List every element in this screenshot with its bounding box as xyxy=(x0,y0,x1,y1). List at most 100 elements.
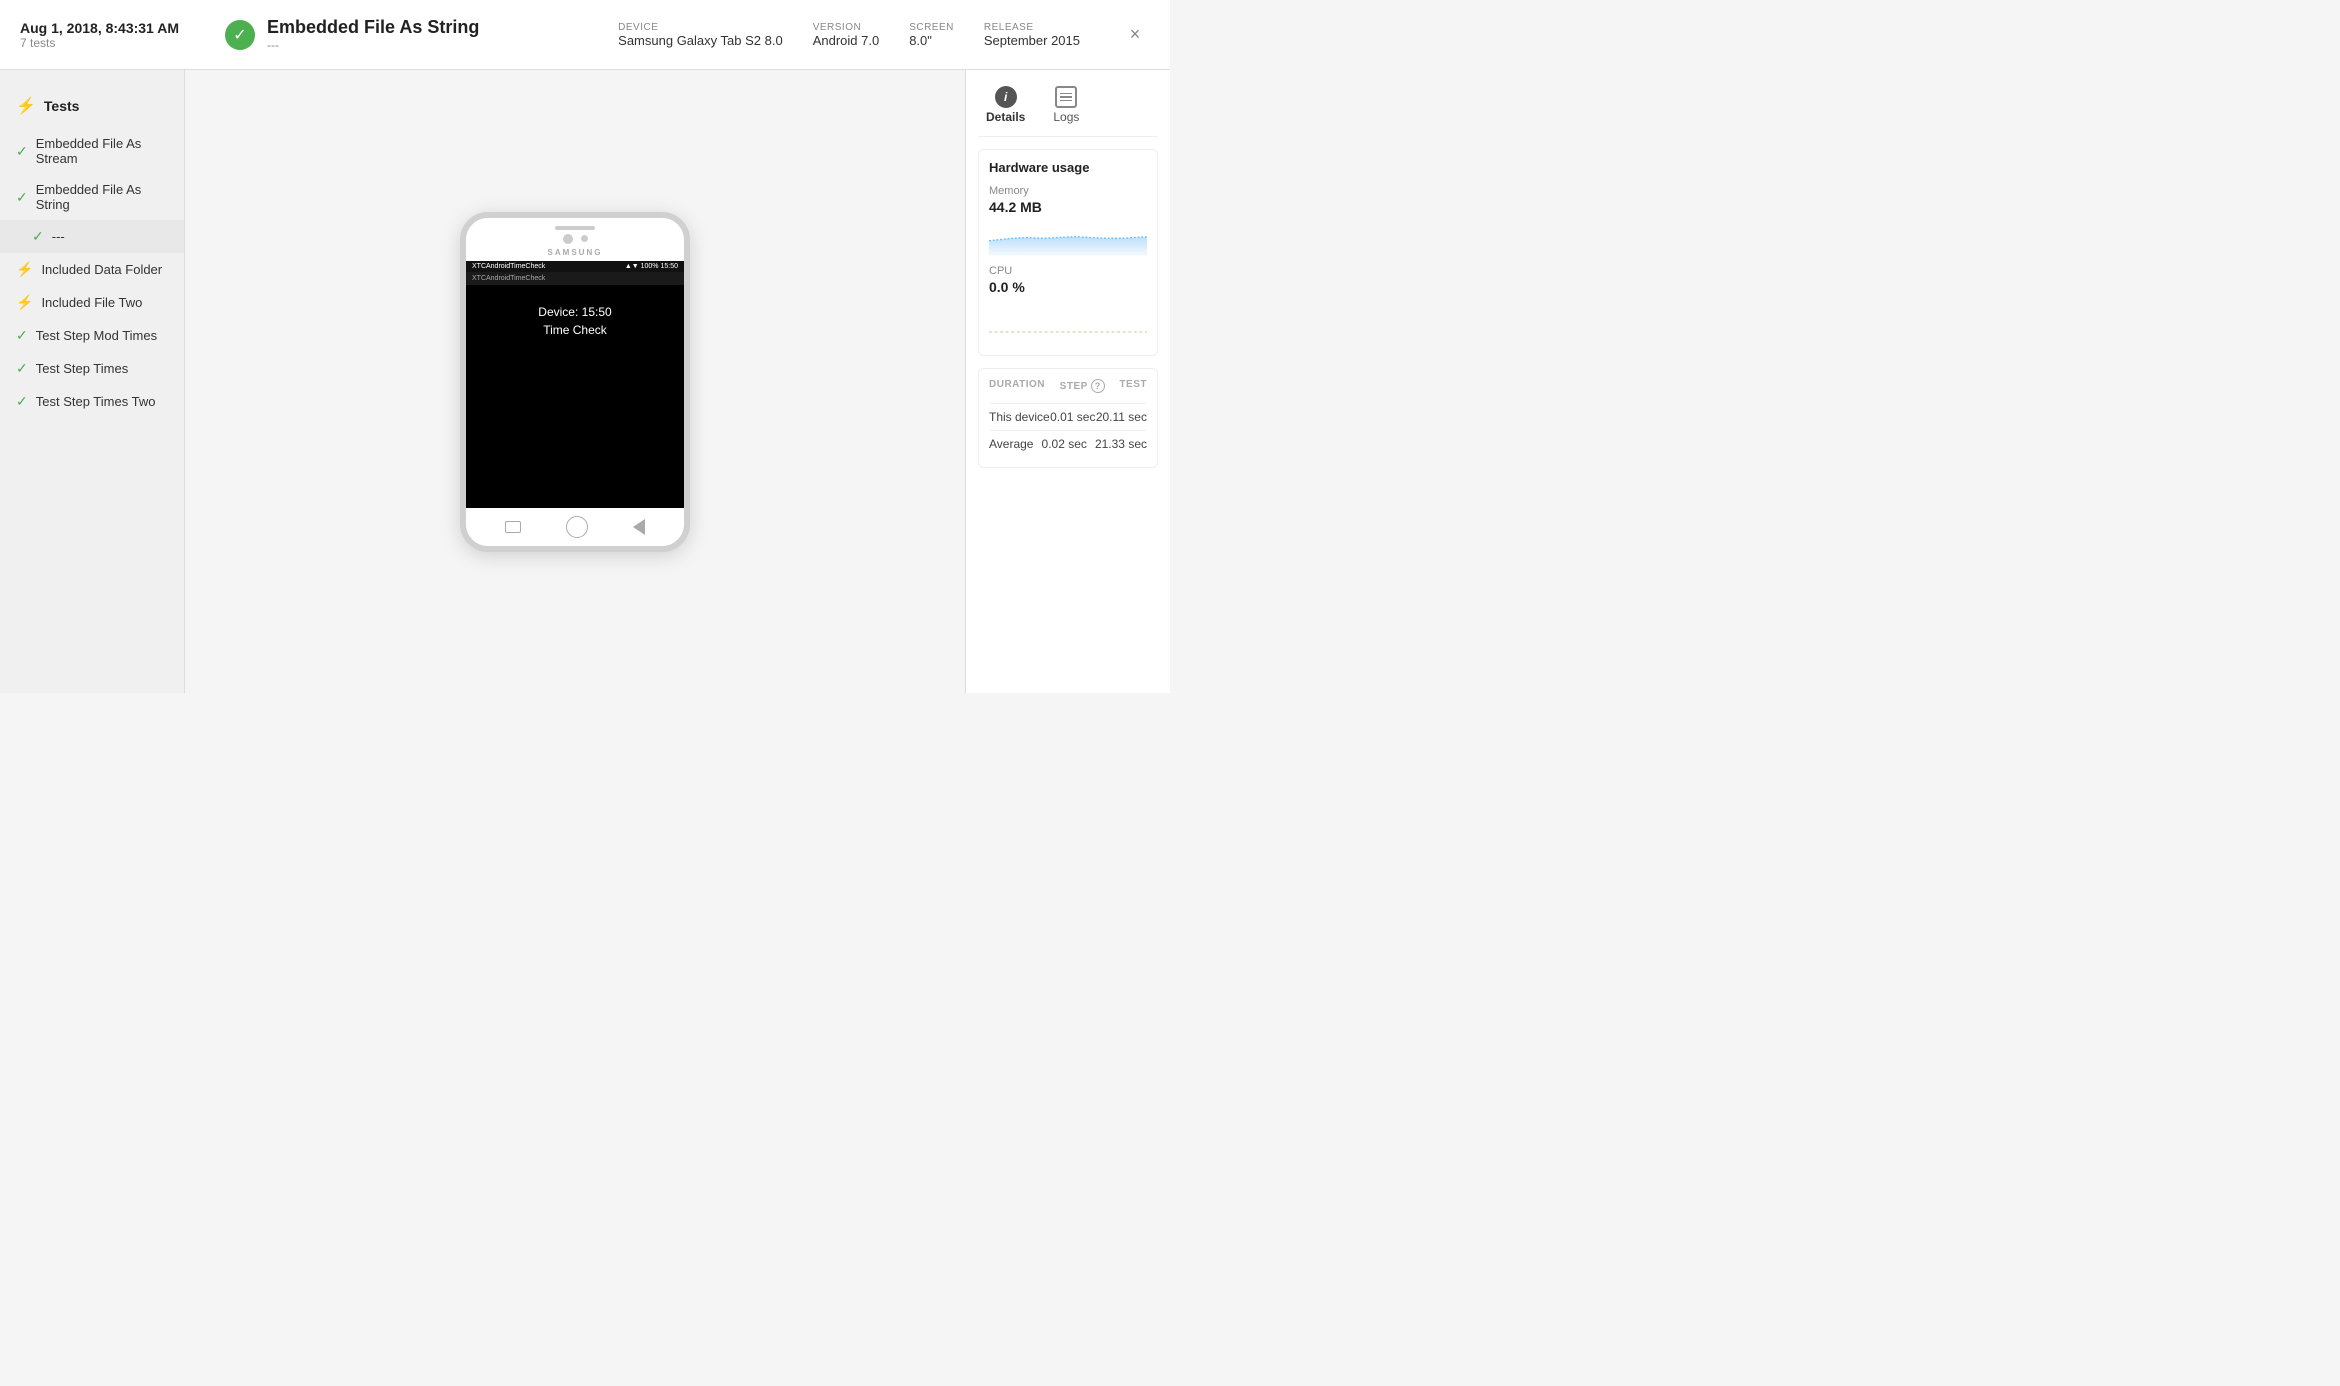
duration-label: DURATION xyxy=(989,379,1045,393)
sidebar-title-text: Tests xyxy=(44,98,80,114)
nav-back-button[interactable] xyxy=(633,519,645,535)
memory-value: 44.2 MB xyxy=(989,199,1147,215)
tab-details-label: Details xyxy=(986,110,1025,124)
memory-chart xyxy=(989,219,1147,257)
check-icon: ✓ xyxy=(16,327,28,344)
close-button[interactable]: × xyxy=(1120,20,1150,50)
screen-label: SCREEN xyxy=(909,22,954,33)
step-label: Step xyxy=(1060,381,1088,392)
log-line-2 xyxy=(1060,96,1072,98)
memory-label: Memory xyxy=(989,185,1147,197)
app-bar-text: XTCAndroidTimeCheck xyxy=(472,275,545,282)
sidebar-item-included-file-two[interactable]: ⚡ Included File Two xyxy=(0,286,184,319)
header: Aug 1, 2018, 8:43:31 AM 7 tests ✓ Embedd… xyxy=(0,0,1170,70)
sidebar-item-embedded-file-as-stream[interactable]: ✓ Embedded File As Stream xyxy=(0,128,184,174)
sidebar: ⚡ Tests ✓ Embedded File As Stream ✓ Embe… xyxy=(0,70,185,693)
duration-this-device-row: This device 0.01 sec 20.11 sec xyxy=(989,403,1147,430)
help-icon[interactable]: ? xyxy=(1091,379,1105,393)
device-value: Samsung Galaxy Tab S2 8.0 xyxy=(618,33,783,48)
tab-logs[interactable]: Logs xyxy=(1045,82,1087,128)
sidebar-label: Test Step Times Two xyxy=(36,394,156,409)
sidebar-title: ⚡ Tests xyxy=(0,90,184,128)
lightning-fail-icon: ⚡ xyxy=(16,294,33,311)
device-app-bar: XTCAndroidTimeCheck xyxy=(466,272,684,285)
device-top: SAMSUNG xyxy=(466,218,684,261)
hw-title: Hardware usage xyxy=(989,160,1147,175)
cpu-label: CPU xyxy=(989,265,1147,277)
meta-release: RELEASE September 2015 xyxy=(984,22,1080,48)
hardware-usage-section: Hardware usage Memory 44.2 MB xyxy=(978,149,1158,356)
this-device-label: This device xyxy=(989,410,1050,424)
device-status-bar: XTCAndroidTimeCheck ▲▼ 100% 15:50 xyxy=(466,261,684,272)
log-line-3 xyxy=(1060,100,1072,102)
device-content: Device: 15:50 Time Check xyxy=(466,285,684,508)
panel-tabs: i Details Logs xyxy=(978,82,1158,137)
memory-metric: Memory 44.2 MB xyxy=(989,185,1147,257)
sidebar-item-embedded-file-as-string[interactable]: ✓ Embedded File As String xyxy=(0,174,184,220)
device-label: DEVICE xyxy=(618,22,783,33)
device-bottom-bar xyxy=(466,508,684,546)
sidebar-item-test-step-times[interactable]: ✓ Test Step Times xyxy=(0,352,184,385)
duration-average-row: Average 0.02 sec 21.33 sec xyxy=(989,430,1147,457)
this-device-step: 0.01 sec xyxy=(1050,410,1095,424)
tab-logs-label: Logs xyxy=(1053,110,1079,124)
sidebar-label: Included Data Folder xyxy=(41,262,162,277)
logs-icon xyxy=(1055,86,1077,108)
tab-details[interactable]: i Details xyxy=(978,82,1033,128)
meta-version: VERSION Android 7.0 xyxy=(813,22,880,48)
header-left: Aug 1, 2018, 8:43:31 AM 7 tests xyxy=(20,20,205,50)
main-layout: ⚡ Tests ✓ Embedded File As Stream ✓ Embe… xyxy=(0,70,1170,693)
device-content-line1: Device: 15:50 xyxy=(538,305,611,319)
device-speaker xyxy=(555,226,595,230)
header-date: Aug 1, 2018, 8:43:31 AM xyxy=(20,20,205,36)
test-label: Test xyxy=(1119,379,1147,393)
lightning-icon: ⚡ xyxy=(16,96,36,116)
header-meta: DEVICE Samsung Galaxy Tab S2 8.0 VERSION… xyxy=(618,22,1120,48)
screen-value: 8.0" xyxy=(909,33,954,48)
check-icon: ✓ xyxy=(16,393,28,410)
header-tests-count: 7 tests xyxy=(20,36,205,50)
duration-section: DURATION Step ? Test This device 0.01 se… xyxy=(978,368,1158,468)
sidebar-label: Embedded File As Stream xyxy=(36,136,168,166)
meta-screen: SCREEN 8.0" xyxy=(909,22,954,48)
center-panel: SAMSUNG XTCAndroidTimeCheck ▲▼ 100% 15:5… xyxy=(185,70,965,693)
meta-device: DEVICE Samsung Galaxy Tab S2 8.0 xyxy=(618,22,783,48)
device-camera-row xyxy=(563,234,588,244)
this-device-test: 20.11 sec xyxy=(1096,410,1147,424)
check-icon: ✓ xyxy=(16,143,28,160)
log-line-1 xyxy=(1060,93,1072,95)
average-test: 21.33 sec xyxy=(1095,437,1147,451)
version-label: VERSION xyxy=(813,22,880,33)
header-test-info: Embedded File As String --- xyxy=(267,17,479,52)
release-value: September 2015 xyxy=(984,33,1080,48)
step-header: Step ? xyxy=(1060,379,1105,393)
device-content-line2: Time Check xyxy=(543,323,607,337)
sidebar-item-included-data-folder[interactable]: ⚡ Included Data Folder xyxy=(0,253,184,286)
sidebar-item-test-step-mod-times[interactable]: ✓ Test Step Mod Times xyxy=(0,319,184,352)
header-test-name: Embedded File As String xyxy=(267,17,479,38)
release-label: RELEASE xyxy=(984,22,1080,33)
nav-home-button[interactable] xyxy=(566,516,588,538)
check-icon: ✓ xyxy=(32,228,44,245)
cpu-chart xyxy=(989,299,1147,337)
nav-recent-button[interactable] xyxy=(505,521,521,533)
check-icon: ✓ xyxy=(16,189,28,206)
device-screen: XTCAndroidTimeCheck ▲▼ 100% 15:50 XTCAnd… xyxy=(466,261,684,508)
check-icon: ✓ xyxy=(16,360,28,377)
device-brand: SAMSUNG xyxy=(548,248,603,257)
camera-dot-2 xyxy=(581,235,588,242)
sidebar-item-dashes[interactable]: ✓ --- xyxy=(0,220,184,253)
cpu-metric: CPU 0.0 % xyxy=(989,265,1147,337)
sidebar-label: Included File Two xyxy=(41,295,142,310)
lightning-fail-icon: ⚡ xyxy=(16,261,33,278)
sidebar-label: --- xyxy=(52,229,65,244)
sidebar-item-test-step-times-two[interactable]: ✓ Test Step Times Two xyxy=(0,385,184,418)
status-bar-right: ▲▼ 100% 15:50 xyxy=(625,263,678,270)
duration-header: DURATION Step ? Test xyxy=(989,379,1147,393)
status-bar-app: XTCAndroidTimeCheck xyxy=(472,263,545,270)
details-icon: i xyxy=(995,86,1017,108)
header-test-sub: --- xyxy=(267,38,479,52)
status-pass-icon: ✓ xyxy=(225,20,255,50)
sidebar-label: Embedded File As String xyxy=(36,182,168,212)
sidebar-label: Test Step Times xyxy=(36,361,128,376)
